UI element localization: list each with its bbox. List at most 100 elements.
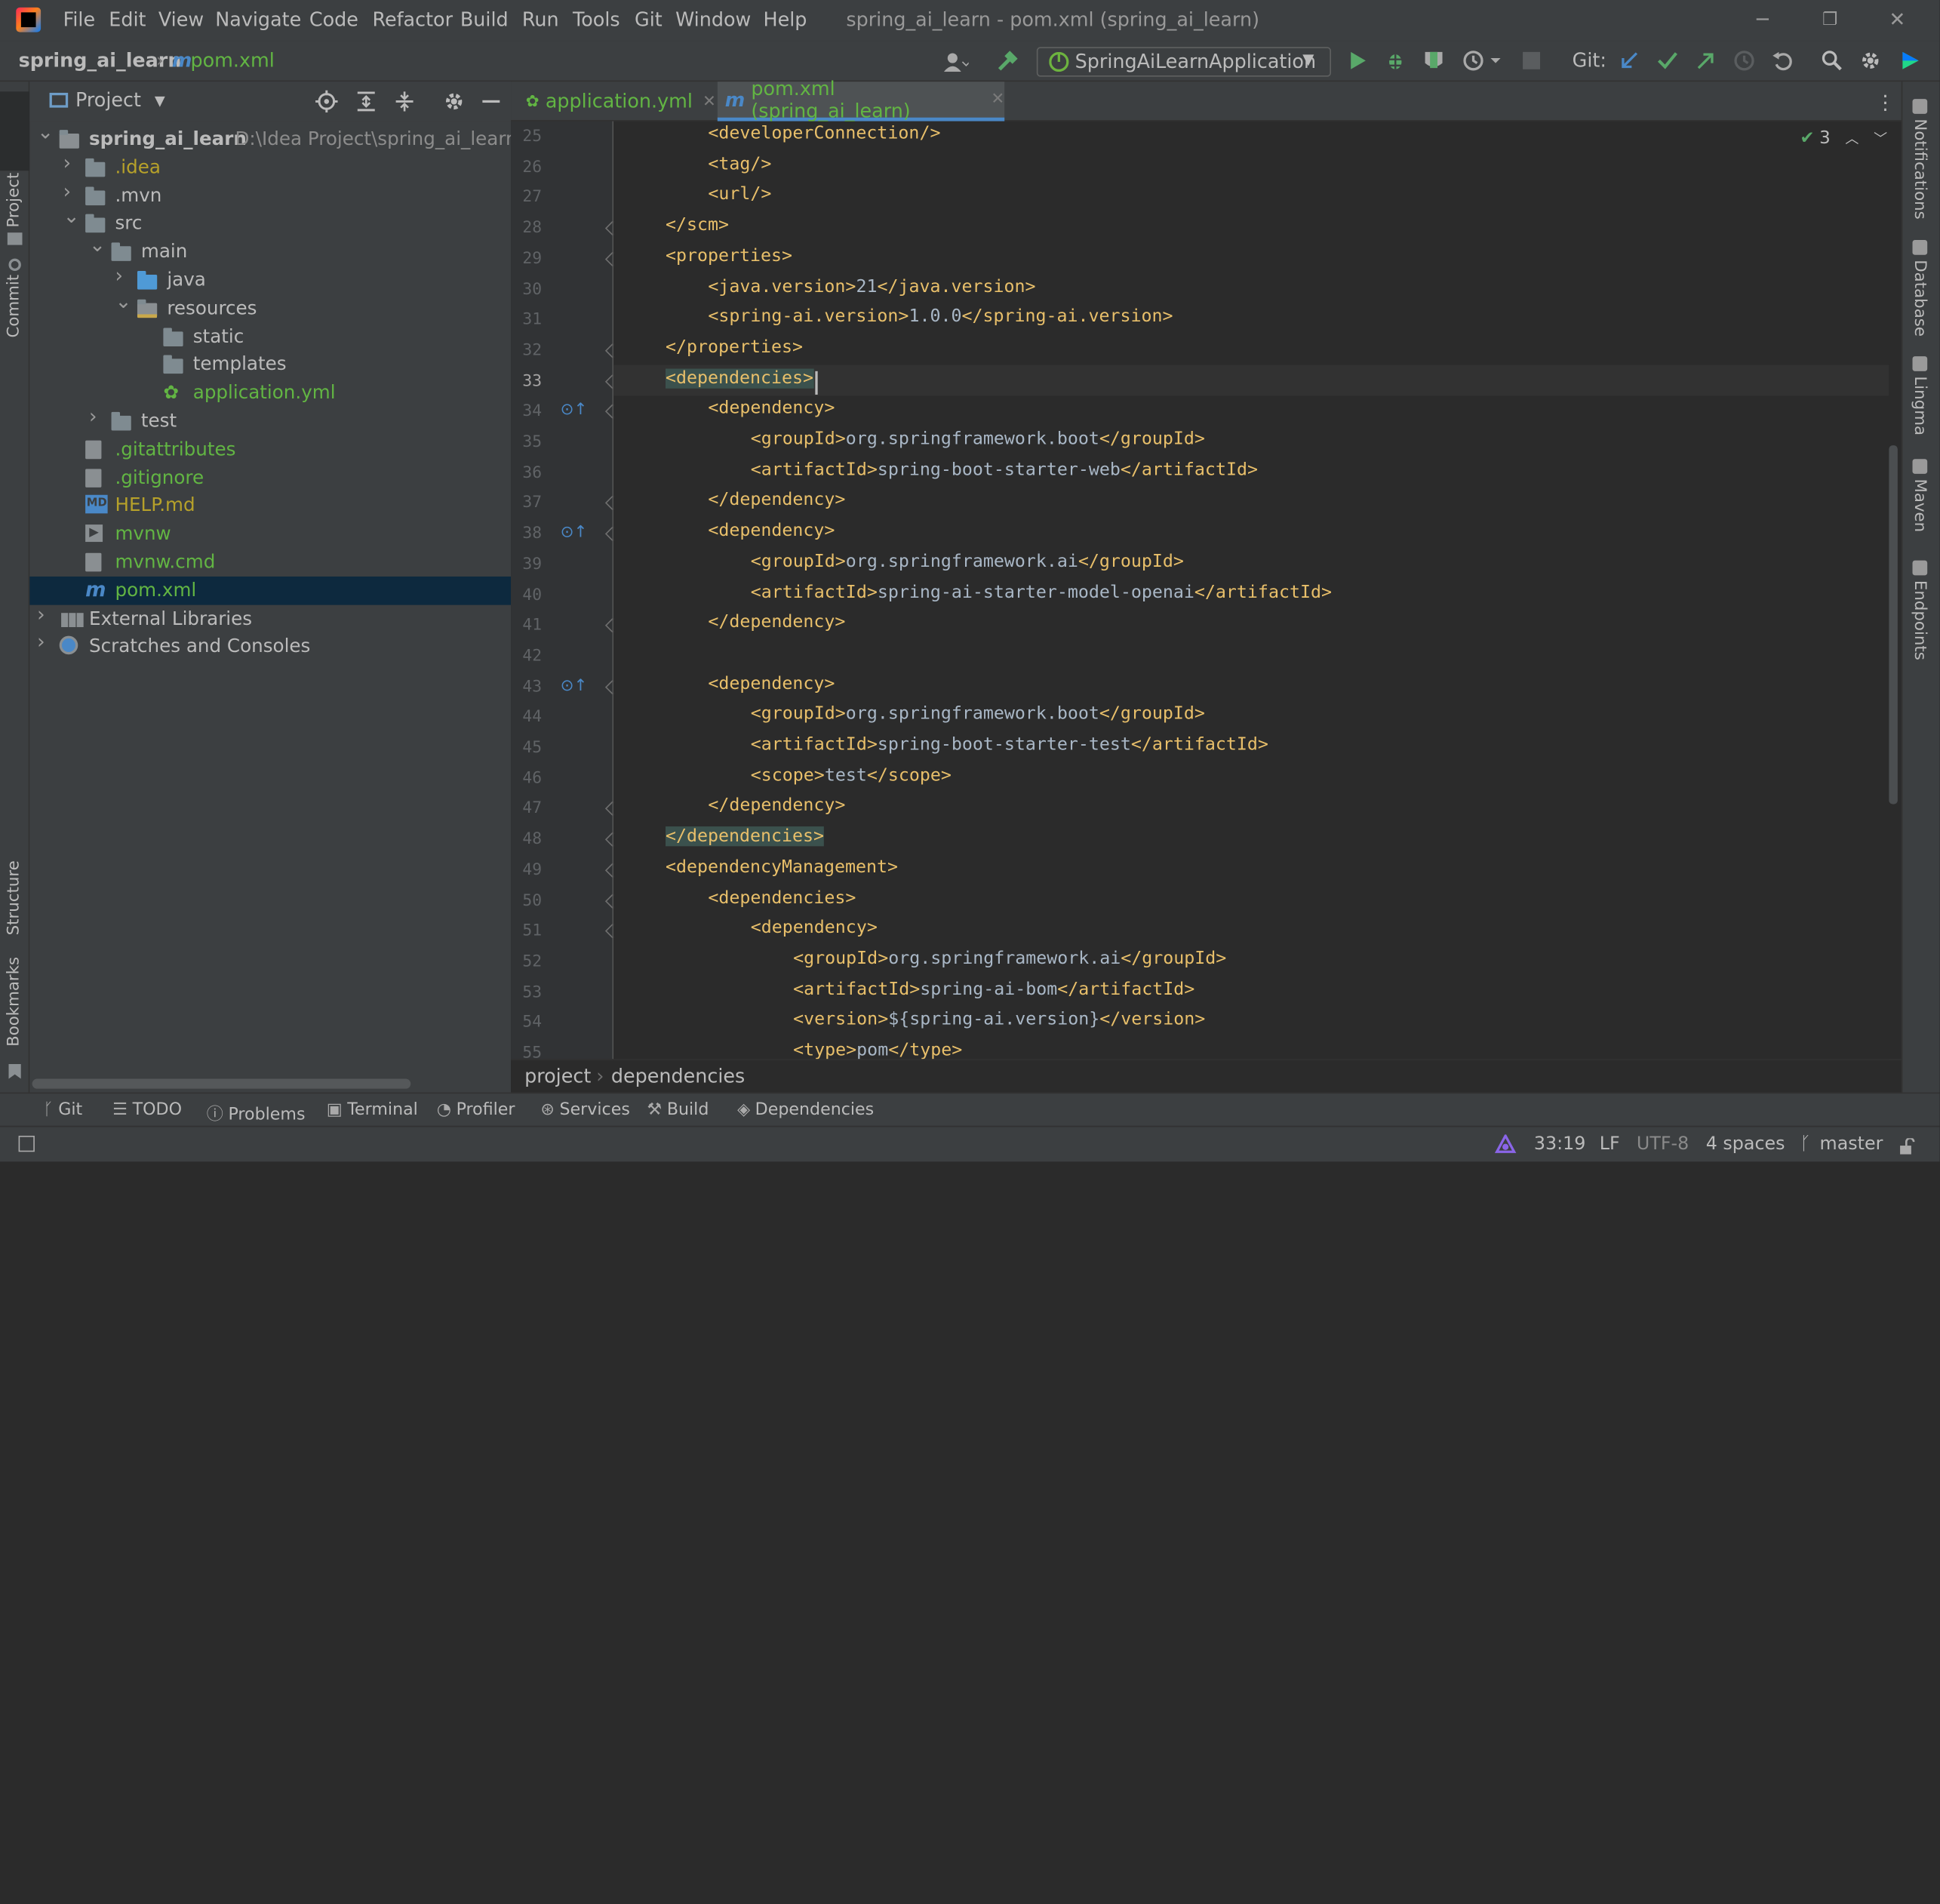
close-tab-icon[interactable]: ✕ <box>703 92 716 111</box>
tree-item[interactable]: templates <box>29 351 511 380</box>
tree-item[interactable]: .gitignore <box>29 463 511 492</box>
tree-item[interactable]: m pom.xml <box>29 576 512 605</box>
coverage-icon[interactable] <box>1422 50 1445 77</box>
stop-icon[interactable] <box>1523 51 1541 69</box>
menu-git[interactable]: Git <box>635 8 663 31</box>
ai-assistant-icon[interactable] <box>1898 50 1921 77</box>
tool-window-services[interactable]: ⊛ Services <box>540 1100 629 1119</box>
build-hammer-icon[interactable] <box>993 47 1020 75</box>
close-icon[interactable]: ✕ <box>1889 8 1905 31</box>
menu-code[interactable]: Code <box>309 8 358 31</box>
settings-gear-icon[interactable] <box>1859 50 1882 77</box>
chevron-right-icon[interactable]: › <box>63 181 75 201</box>
editor-vertical-scrollbar[interactable] <box>1889 445 1898 804</box>
line-separator[interactable]: LF <box>1600 1134 1620 1154</box>
tab-application-yml[interactable]: ✿ application.yml ✕ <box>511 82 716 121</box>
menu-edit[interactable]: Edit <box>109 8 146 31</box>
run-icon[interactable] <box>1346 50 1369 77</box>
history-icon[interactable] <box>1733 50 1756 77</box>
override-marker-icon[interactable]: ⊙↑ <box>561 524 588 543</box>
structure-tool-tab[interactable]: Structure <box>5 860 24 935</box>
toggle-tool-windows-icon[interactable] <box>18 1135 35 1152</box>
tool-window-git[interactable]: ᚴ Git <box>43 1100 82 1119</box>
project-panel-title[interactable]: Project <box>75 89 141 112</box>
caret-position[interactable]: 33:19 <box>1534 1134 1586 1154</box>
tree-item[interactable]: › Scratches and Consoles <box>29 632 511 661</box>
tool-window-problems[interactable]: ⓘ Problems <box>207 1100 306 1124</box>
tree-item[interactable]: .gitattributes <box>29 435 511 464</box>
minimize-icon[interactable]: ─ <box>1757 8 1769 31</box>
next-highlight-icon[interactable]: ﹀ <box>1874 128 1887 148</box>
tree-item[interactable]: static <box>29 322 511 351</box>
menu-navigate[interactable]: Navigate <box>215 8 301 31</box>
git-commit-icon[interactable] <box>1656 50 1679 77</box>
menu-tools[interactable]: Tools <box>573 8 620 31</box>
menu-window[interactable]: Window <box>675 8 751 31</box>
tree-horizontal-scrollbar[interactable] <box>32 1078 411 1089</box>
code-editor[interactable]: <developerConnection/> <tag/> <url/> </scm>… <box>613 121 1889 1060</box>
tree-item[interactable]: ⌄ resources <box>29 291 511 323</box>
chevron-down-icon[interactable]: ▼ <box>155 93 165 109</box>
lingma-status-icon[interactable] <box>1494 1133 1517 1161</box>
menu-help[interactable]: Help <box>764 8 807 31</box>
override-marker-icon[interactable]: ⊙↑ <box>561 676 588 695</box>
git-push-icon[interactable] <box>1695 50 1717 77</box>
tree-item[interactable]: ▶ mvnw <box>29 520 511 549</box>
expand-all-icon[interactable] <box>355 91 378 118</box>
hide-panel-icon[interactable] <box>482 100 500 103</box>
read-only-lock-icon[interactable] <box>1898 1137 1916 1161</box>
tree-item[interactable]: › test <box>29 407 511 435</box>
tree-item[interactable]: MD HELP.md <box>29 491 511 520</box>
tool-tab-endpoints[interactable]: Endpoints <box>1910 560 1935 672</box>
rollback-icon[interactable] <box>1772 50 1794 77</box>
tool-window-todo[interactable]: ☰ TODO <box>112 1100 182 1119</box>
tab-pom-xml[interactable]: m pom.xml (spring_ai_learn) ✕ <box>717 77 1005 121</box>
project-tool-tab[interactable]: Project <box>5 173 24 228</box>
chevron-down-icon[interactable]: ⌄ <box>37 121 54 141</box>
menu-build[interactable]: Build <box>460 8 509 31</box>
previous-highlight-icon[interactable]: ︿ <box>1845 128 1859 148</box>
bookmarks-tool-tab[interactable]: Bookmarks <box>5 957 24 1047</box>
indent-setting[interactable]: 4 spaces <box>1706 1134 1785 1154</box>
tree-item[interactable]: mvnw.cmd <box>29 548 511 577</box>
debug-icon[interactable] <box>1384 50 1407 77</box>
tool-window-profiler[interactable]: ◔ Profiler <box>437 1100 515 1119</box>
locate-target-icon[interactable] <box>315 90 338 118</box>
tool-tab-notifications[interactable]: Notifications <box>1910 99 1935 220</box>
chevron-right-icon[interactable]: › <box>89 407 101 426</box>
editor-gutter[interactable]: 25 26 27 28 29 30 31 32 33 34 ⊙↑ 35 36 37 38 ⊙↑ 39 40 41 42… <box>511 121 621 1063</box>
search-icon[interactable] <box>1821 50 1843 77</box>
more-tabs-icon[interactable]: ⋮ <box>1875 91 1895 114</box>
tree-item[interactable]: › java <box>29 266 511 294</box>
tree-item[interactable]: ✿ application.yml <box>29 379 511 408</box>
chevron-right-icon[interactable]: › <box>37 632 49 652</box>
override-marker-icon[interactable]: ⊙↑ <box>561 401 588 420</box>
panel-settings-gear-icon[interactable] <box>443 91 466 118</box>
close-tab-icon[interactable]: ✕ <box>991 91 1004 109</box>
tool-window-terminal[interactable]: ▣ Terminal <box>327 1100 418 1119</box>
breadcrumb-project[interactable]: project <box>524 1066 591 1088</box>
tree-item[interactable]: › ▮▮▮ External Libraries <box>29 604 511 633</box>
tree-item[interactable]: › .idea <box>29 152 511 182</box>
tree-item[interactable]: ⌄ main <box>29 235 511 266</box>
tree-item[interactable]: ⌄ spring_ai_learn D:\Idea Project\spring_a… <box>29 121 533 154</box>
breadcrumb-file[interactable]: pom.xml <box>190 50 274 72</box>
profile-run-icon[interactable] <box>1462 50 1505 77</box>
tree-item[interactable]: › .mvn <box>29 181 511 210</box>
commit-tool-tab[interactable]: Commit <box>5 275 24 338</box>
vcs-user-icon[interactable] <box>938 47 975 75</box>
chevron-down-icon[interactable]: ⌄ <box>89 235 106 254</box>
chevron-down-icon[interactable]: ⌄ <box>115 291 131 311</box>
tool-tab-lingma[interactable]: Lingma <box>1910 356 1935 468</box>
chevron-right-icon[interactable]: › <box>63 152 75 172</box>
run-configuration-select[interactable]: SpringAiLearnApplication ▼ <box>1036 47 1331 77</box>
menu-run[interactable]: Run <box>522 8 559 31</box>
collapse-all-icon[interactable] <box>393 91 416 118</box>
tool-window-build[interactable]: ⚒ Build <box>647 1100 709 1119</box>
restore-icon[interactable]: ❐ <box>1822 10 1838 29</box>
git-update-icon[interactable] <box>1618 50 1640 77</box>
menu-refactor[interactable]: Refactor <box>372 8 453 31</box>
inspection-widget[interactable]: ✔ 3 ︿ ﹀ <box>1800 128 1887 148</box>
tool-tab-maven[interactable]: Maven <box>1910 459 1935 571</box>
breadcrumb-dependencies[interactable]: dependencies <box>611 1066 745 1088</box>
